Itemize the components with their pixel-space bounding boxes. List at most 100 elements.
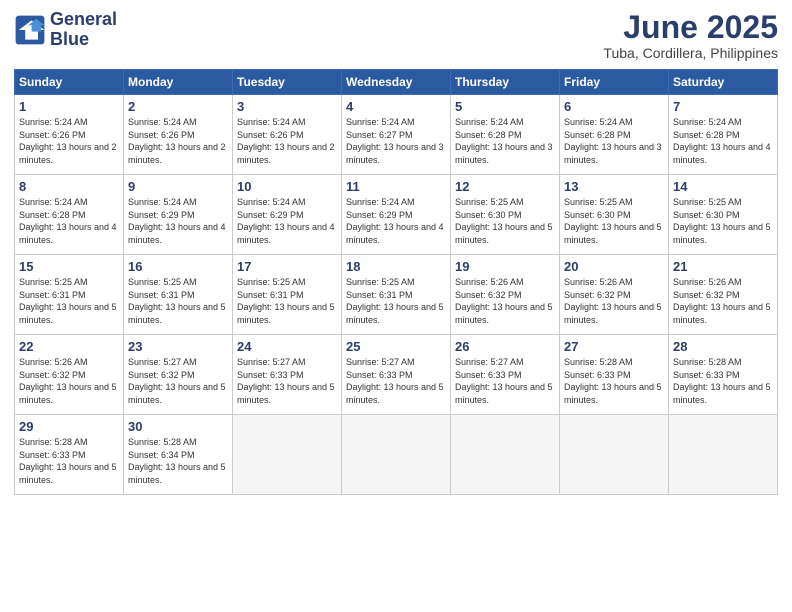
table-cell: 23 Sunrise: 5:27 AMSunset: 6:32 PMDaylig… (124, 335, 233, 415)
cell-info: Sunrise: 5:24 AMSunset: 6:29 PMDaylight:… (346, 197, 444, 245)
day-number: 2 (128, 99, 228, 114)
day-number: 13 (564, 179, 664, 194)
cell-info: Sunrise: 5:26 AMSunset: 6:32 PMDaylight:… (455, 277, 553, 325)
table-cell: 13 Sunrise: 5:25 AMSunset: 6:30 PMDaylig… (560, 175, 669, 255)
cell-info: Sunrise: 5:27 AMSunset: 6:33 PMDaylight:… (237, 357, 335, 405)
day-number: 11 (346, 179, 446, 194)
day-number: 17 (237, 259, 337, 274)
cell-info: Sunrise: 5:24 AMSunset: 6:27 PMDaylight:… (346, 117, 444, 165)
cell-info: Sunrise: 5:25 AMSunset: 6:30 PMDaylight:… (673, 197, 771, 245)
cell-info: Sunrise: 5:24 AMSunset: 6:26 PMDaylight:… (19, 117, 117, 165)
table-cell (342, 415, 451, 495)
day-number: 28 (673, 339, 773, 354)
calendar-row: 8 Sunrise: 5:24 AMSunset: 6:28 PMDayligh… (15, 175, 778, 255)
table-cell: 15 Sunrise: 5:25 AMSunset: 6:31 PMDaylig… (15, 255, 124, 335)
day-number: 20 (564, 259, 664, 274)
cell-info: Sunrise: 5:25 AMSunset: 6:31 PMDaylight:… (128, 277, 226, 325)
cell-info: Sunrise: 5:26 AMSunset: 6:32 PMDaylight:… (673, 277, 771, 325)
col-tuesday: Tuesday (233, 70, 342, 95)
cell-info: Sunrise: 5:28 AMSunset: 6:33 PMDaylight:… (564, 357, 662, 405)
table-cell (451, 415, 560, 495)
table-cell: 21 Sunrise: 5:26 AMSunset: 6:32 PMDaylig… (669, 255, 778, 335)
col-sunday: Sunday (15, 70, 124, 95)
day-number: 8 (19, 179, 119, 194)
title-block: June 2025 Tuba, Cordillera, Philippines (603, 10, 778, 61)
day-number: 15 (19, 259, 119, 274)
cell-info: Sunrise: 5:24 AMSunset: 6:26 PMDaylight:… (128, 117, 226, 165)
page: General Blue June 2025 Tuba, Cordillera,… (0, 0, 792, 612)
table-cell: 11 Sunrise: 5:24 AMSunset: 6:29 PMDaylig… (342, 175, 451, 255)
table-cell: 12 Sunrise: 5:25 AMSunset: 6:30 PMDaylig… (451, 175, 560, 255)
calendar-row: 1 Sunrise: 5:24 AMSunset: 6:26 PMDayligh… (15, 95, 778, 175)
day-number: 25 (346, 339, 446, 354)
calendar-table: Sunday Monday Tuesday Wednesday Thursday… (14, 69, 778, 495)
table-cell (669, 415, 778, 495)
table-cell: 20 Sunrise: 5:26 AMSunset: 6:32 PMDaylig… (560, 255, 669, 335)
day-number: 18 (346, 259, 446, 274)
table-cell: 19 Sunrise: 5:26 AMSunset: 6:32 PMDaylig… (451, 255, 560, 335)
calendar-header-row: Sunday Monday Tuesday Wednesday Thursday… (15, 70, 778, 95)
table-cell: 7 Sunrise: 5:24 AMSunset: 6:28 PMDayligh… (669, 95, 778, 175)
table-cell: 24 Sunrise: 5:27 AMSunset: 6:33 PMDaylig… (233, 335, 342, 415)
logo-text: General Blue (50, 10, 117, 50)
day-number: 22 (19, 339, 119, 354)
cell-info: Sunrise: 5:26 AMSunset: 6:32 PMDaylight:… (564, 277, 662, 325)
header: General Blue June 2025 Tuba, Cordillera,… (14, 10, 778, 61)
day-number: 7 (673, 99, 773, 114)
day-number: 1 (19, 99, 119, 114)
cell-info: Sunrise: 5:28 AMSunset: 6:34 PMDaylight:… (128, 437, 226, 485)
table-cell (233, 415, 342, 495)
table-cell: 27 Sunrise: 5:28 AMSunset: 6:33 PMDaylig… (560, 335, 669, 415)
table-cell: 3 Sunrise: 5:24 AMSunset: 6:26 PMDayligh… (233, 95, 342, 175)
col-thursday: Thursday (451, 70, 560, 95)
cell-info: Sunrise: 5:24 AMSunset: 6:28 PMDaylight:… (19, 197, 117, 245)
table-cell: 17 Sunrise: 5:25 AMSunset: 6:31 PMDaylig… (233, 255, 342, 335)
table-cell: 14 Sunrise: 5:25 AMSunset: 6:30 PMDaylig… (669, 175, 778, 255)
day-number: 29 (19, 419, 119, 434)
table-cell: 9 Sunrise: 5:24 AMSunset: 6:29 PMDayligh… (124, 175, 233, 255)
table-cell: 28 Sunrise: 5:28 AMSunset: 6:33 PMDaylig… (669, 335, 778, 415)
table-cell: 18 Sunrise: 5:25 AMSunset: 6:31 PMDaylig… (342, 255, 451, 335)
day-number: 16 (128, 259, 228, 274)
cell-info: Sunrise: 5:27 AMSunset: 6:33 PMDaylight:… (455, 357, 553, 405)
day-number: 14 (673, 179, 773, 194)
main-title: June 2025 (603, 10, 778, 45)
day-number: 24 (237, 339, 337, 354)
calendar-row: 29 Sunrise: 5:28 AMSunset: 6:33 PMDaylig… (15, 415, 778, 495)
logo-icon (14, 14, 46, 46)
day-number: 21 (673, 259, 773, 274)
subtitle: Tuba, Cordillera, Philippines (603, 45, 778, 61)
cell-info: Sunrise: 5:25 AMSunset: 6:30 PMDaylight:… (564, 197, 662, 245)
cell-info: Sunrise: 5:24 AMSunset: 6:28 PMDaylight:… (564, 117, 662, 165)
day-number: 12 (455, 179, 555, 194)
cell-info: Sunrise: 5:24 AMSunset: 6:29 PMDaylight:… (128, 197, 226, 245)
cell-info: Sunrise: 5:25 AMSunset: 6:31 PMDaylight:… (237, 277, 335, 325)
cell-info: Sunrise: 5:24 AMSunset: 6:28 PMDaylight:… (455, 117, 553, 165)
day-number: 9 (128, 179, 228, 194)
day-number: 4 (346, 99, 446, 114)
day-number: 30 (128, 419, 228, 434)
day-number: 6 (564, 99, 664, 114)
table-cell: 1 Sunrise: 5:24 AMSunset: 6:26 PMDayligh… (15, 95, 124, 175)
day-number: 23 (128, 339, 228, 354)
cell-info: Sunrise: 5:27 AMSunset: 6:32 PMDaylight:… (128, 357, 226, 405)
day-number: 3 (237, 99, 337, 114)
cell-info: Sunrise: 5:24 AMSunset: 6:29 PMDaylight:… (237, 197, 335, 245)
cell-info: Sunrise: 5:25 AMSunset: 6:31 PMDaylight:… (19, 277, 117, 325)
cell-info: Sunrise: 5:24 AMSunset: 6:28 PMDaylight:… (673, 117, 771, 165)
table-cell: 5 Sunrise: 5:24 AMSunset: 6:28 PMDayligh… (451, 95, 560, 175)
cell-info: Sunrise: 5:25 AMSunset: 6:30 PMDaylight:… (455, 197, 553, 245)
col-wednesday: Wednesday (342, 70, 451, 95)
col-monday: Monday (124, 70, 233, 95)
table-cell: 22 Sunrise: 5:26 AMSunset: 6:32 PMDaylig… (15, 335, 124, 415)
table-cell: 8 Sunrise: 5:24 AMSunset: 6:28 PMDayligh… (15, 175, 124, 255)
table-cell: 6 Sunrise: 5:24 AMSunset: 6:28 PMDayligh… (560, 95, 669, 175)
day-number: 27 (564, 339, 664, 354)
calendar-row: 15 Sunrise: 5:25 AMSunset: 6:31 PMDaylig… (15, 255, 778, 335)
table-cell: 16 Sunrise: 5:25 AMSunset: 6:31 PMDaylig… (124, 255, 233, 335)
cell-info: Sunrise: 5:28 AMSunset: 6:33 PMDaylight:… (19, 437, 117, 485)
col-friday: Friday (560, 70, 669, 95)
table-cell: 2 Sunrise: 5:24 AMSunset: 6:26 PMDayligh… (124, 95, 233, 175)
day-number: 19 (455, 259, 555, 274)
table-cell: 26 Sunrise: 5:27 AMSunset: 6:33 PMDaylig… (451, 335, 560, 415)
